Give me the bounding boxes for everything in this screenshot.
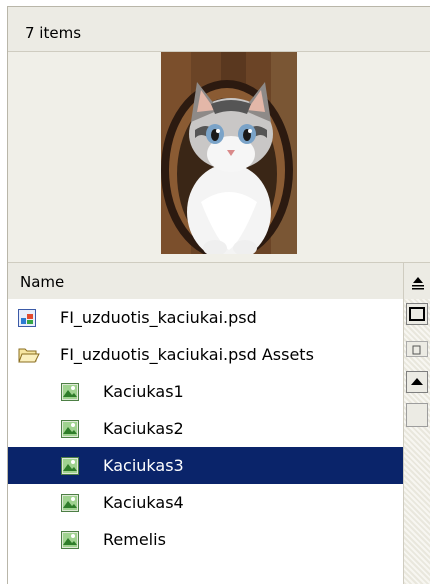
list-item[interactable]: Kaciukas4 (8, 484, 403, 521)
mini-square-icon (412, 345, 421, 355)
column-header-name[interactable]: Name (8, 262, 403, 300)
item-count: 7 items (25, 24, 82, 42)
list-item-label: Remelis (103, 530, 166, 549)
list-item-label: FI_uzduotis_kaciukai.psd (60, 308, 257, 327)
new-item-button[interactable] (406, 303, 428, 325)
side-scrollbar[interactable] (403, 299, 430, 584)
psd-file-icon (18, 309, 36, 327)
arrow-up-icon (411, 378, 423, 385)
list-item[interactable]: Kaciukas1 (8, 373, 403, 410)
list-item[interactable]: FI_uzduotis_kaciukai.psd Assets (8, 336, 403, 373)
image-asset-icon (61, 383, 79, 401)
column-header-label: Name (20, 273, 65, 291)
list-item-label: Kaciukas1 (103, 382, 184, 401)
scroll-up-button[interactable] (406, 371, 428, 393)
list-item-label: Kaciukas3 (103, 456, 184, 475)
list-item[interactable]: Remelis (8, 521, 403, 558)
preview-thumbnail (161, 52, 297, 254)
image-asset-icon (61, 457, 79, 475)
list-item-label: Kaciukas4 (103, 493, 184, 512)
asset-list: FI_uzduotis_kaciukai.psd FI_uzduotis_kaci… (8, 299, 403, 584)
kitten-preview-image (161, 52, 297, 254)
list-item[interactable]: FI_uzduotis_kaciukai.psd (8, 299, 403, 336)
folder-open-icon (18, 346, 40, 364)
list-item[interactable]: Kaciukas3 (8, 447, 403, 484)
list-item[interactable]: Kaciukas2 (8, 410, 403, 447)
library-panel: 7 items Name FI_uzduotis_kaciukai.psd FI… (7, 6, 430, 584)
item-count-bar: 7 items (8, 7, 430, 52)
preview-area (8, 52, 430, 262)
image-asset-icon (61, 420, 79, 438)
sort-toggle-button[interactable] (403, 262, 430, 300)
image-asset-icon (61, 531, 79, 549)
small-square-button[interactable] (406, 341, 428, 357)
sort-icon (412, 277, 424, 290)
list-item-label: FI_uzduotis_kaciukai.psd Assets (60, 345, 314, 364)
square-icon (409, 307, 425, 321)
list-item-label: Kaciukas2 (103, 419, 184, 438)
image-asset-icon (61, 494, 79, 512)
scrollbar-thumb[interactable] (406, 403, 428, 427)
